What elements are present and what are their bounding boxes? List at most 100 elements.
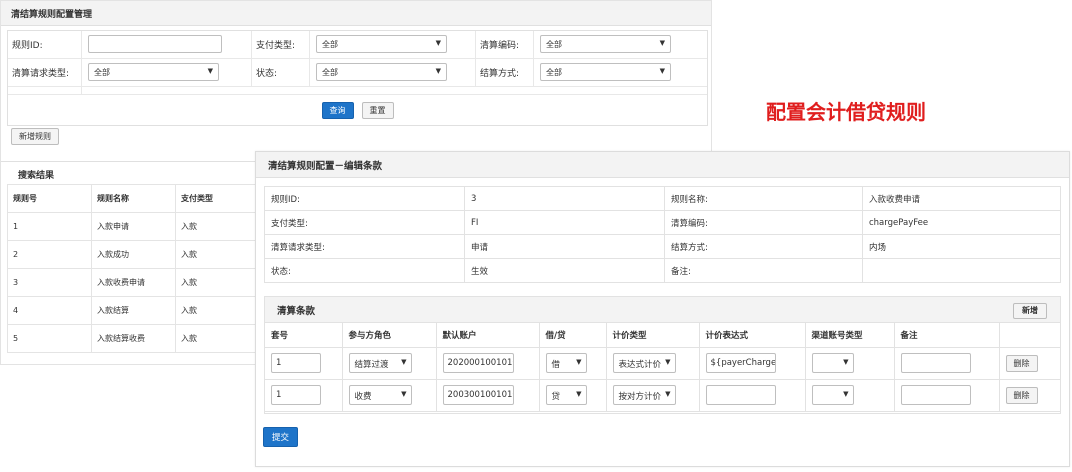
status-select[interactable]: 全部 ▼	[316, 63, 447, 81]
expr-cell: ${payerChargeFee}	[699, 347, 806, 380]
clear-code-label: 清算编码:	[476, 31, 534, 58]
caret-down-icon: ▼	[435, 39, 441, 47]
query-button[interactable]: 查询	[321, 101, 354, 119]
col-header: 规则号	[7, 184, 92, 213]
info-label: 规则ID:	[264, 186, 465, 211]
rule-id-input[interactable]	[88, 35, 222, 53]
price-type-value: 按对方计价	[618, 392, 662, 402]
cell: 5	[7, 324, 92, 353]
caret-down-icon: ▼	[207, 67, 213, 75]
info-value	[862, 258, 1061, 283]
info-row: 清算请求类型: 申请 结算方式: 内场	[264, 234, 1061, 259]
channel-select[interactable]: ▼	[811, 353, 854, 373]
role-value: 收费	[354, 392, 372, 402]
submit-button[interactable]: 提交	[263, 427, 299, 447]
role-value: 结算过渡	[354, 360, 389, 370]
action-cell: 删除	[999, 347, 1060, 380]
set-input[interactable]: 1	[271, 353, 321, 373]
role-cell: 结算过渡 ▼	[342, 347, 437, 380]
pay-type-cell: 全部 ▼	[310, 31, 476, 58]
cell: 入款申请	[91, 212, 176, 241]
clause-section: 清算条款 新增 套号 参与方角色 默认账户 借/贷 计价类型 计价表达式 渠道账…	[264, 296, 1061, 414]
edit-clause-dialog: 清结算规则配置－编辑条款 规则ID: 3 规则名称: 入款收费申请 支付类型: …	[255, 151, 1070, 467]
remark-input[interactable]	[900, 385, 971, 405]
form-buttons: 查询 重置	[8, 95, 707, 125]
status-label: 状态:	[252, 59, 310, 86]
filter-form: 规则ID: 支付类型: 全部 ▼ 清算编码: 全部 ▼ 清算请求类型: 全部 ▼…	[7, 30, 708, 126]
clause-header-row: 套号 参与方角色 默认账户 借/贷 计价类型 计价表达式 渠道账号类型 备注	[265, 323, 1060, 348]
caret-down-icon: ▼	[401, 390, 407, 398]
col-header: 借/贷	[539, 323, 607, 348]
rule-id-cell	[82, 31, 252, 58]
clause-row: 1 结算过渡▼ 20200010010101 借▼ 表达式计价▼ ${payer…	[265, 347, 1060, 380]
cell: 3	[7, 268, 92, 297]
dc-value: 借	[551, 360, 561, 370]
req-type-select[interactable]: 全部 ▼	[88, 63, 219, 81]
caret-down-icon: ▼	[576, 358, 582, 366]
cell: 2	[7, 240, 92, 269]
info-label: 清算请求类型:	[264, 234, 465, 259]
info-label: 规则名称:	[664, 186, 863, 211]
expr-cell	[699, 379, 806, 412]
info-row: 支付类型: FI 清算编码: chargePayFee	[264, 210, 1061, 235]
status-value: 全部	[322, 68, 338, 77]
reset-button[interactable]: 重置	[361, 101, 394, 119]
col-header: 计价表达式	[699, 323, 806, 348]
rule-id-label: 规则ID:	[8, 31, 82, 58]
account-cell: 20030010010101	[436, 379, 540, 412]
delete-button[interactable]: 删除	[1005, 386, 1038, 404]
info-label: 状态:	[264, 258, 465, 283]
req-type-label: 清算请求类型:	[8, 59, 82, 86]
req-type-cell: 全部 ▼	[82, 59, 252, 86]
caret-down-icon: ▼	[843, 390, 849, 398]
info-label: 备注:	[664, 258, 863, 283]
expr-input[interactable]	[705, 385, 776, 405]
account-cell: 20200010010101	[436, 347, 540, 380]
price-type-select[interactable]: 按对方计价 ▼	[612, 385, 676, 405]
clear-code-value: 全部	[546, 40, 562, 49]
page-title: 配置会计借贷规则	[766, 100, 926, 124]
panel-header: 清结算规则配置管理	[1, 1, 711, 26]
clause-title-text: 清算条款	[277, 306, 316, 317]
info-label: 清算编码:	[664, 210, 863, 235]
req-type-value: 全部	[94, 68, 110, 77]
set-input[interactable]: 1	[271, 385, 321, 405]
account-input[interactable]: 20030010010101	[442, 385, 514, 405]
role-select[interactable]: 收费 ▼	[348, 385, 412, 405]
col-header: 备注	[894, 323, 1000, 348]
pay-type-label: 支付类型:	[252, 31, 310, 58]
expr-input[interactable]: ${payerChargeFee}	[705, 353, 776, 373]
clear-code-cell: 全部 ▼	[534, 31, 704, 58]
clause-section-title: 清算条款 新增	[265, 297, 1060, 323]
info-label: 结算方式:	[664, 234, 863, 259]
price-type-cell: 表达式计价 ▼	[606, 347, 700, 380]
dc-cell: 贷 ▼	[539, 379, 607, 412]
info-value: FI	[464, 210, 665, 235]
dialog-header: 清结算规则配置－编辑条款	[256, 152, 1069, 178]
account-input[interactable]: 20200010010101	[442, 353, 514, 373]
set-cell: 1	[265, 347, 343, 380]
clear-code-select[interactable]: 全部 ▼	[540, 35, 671, 53]
pay-type-select[interactable]: 全部 ▼	[316, 35, 447, 53]
settle-select[interactable]: 全部 ▼	[540, 63, 671, 81]
dc-select[interactable]: 贷 ▼	[545, 385, 587, 405]
spacer-cell	[8, 87, 82, 94]
pay-type-value: 全部	[322, 40, 338, 49]
remark-cell	[894, 379, 1000, 412]
role-select[interactable]: 结算过渡 ▼	[348, 353, 412, 373]
action-cell: 删除	[999, 379, 1060, 412]
remark-input[interactable]	[900, 353, 971, 373]
caret-down-icon: ▼	[843, 358, 849, 366]
caret-down-icon: ▼	[659, 39, 665, 47]
channel-select[interactable]: ▼	[811, 385, 854, 405]
dc-select[interactable]: 借 ▼	[545, 353, 587, 373]
info-value: 生效	[464, 258, 665, 283]
delete-button[interactable]: 删除	[1005, 354, 1038, 372]
col-header: 规则名称	[91, 184, 176, 213]
channel-cell: ▼	[805, 379, 895, 412]
price-type-select[interactable]: 表达式计价 ▼	[612, 353, 676, 373]
add-rule-button[interactable]: 新增规则	[11, 128, 59, 145]
cell: 入款成功	[91, 240, 176, 269]
new-clause-button[interactable]: 新增	[1013, 303, 1047, 319]
cell: 入款结算收费	[91, 324, 176, 353]
